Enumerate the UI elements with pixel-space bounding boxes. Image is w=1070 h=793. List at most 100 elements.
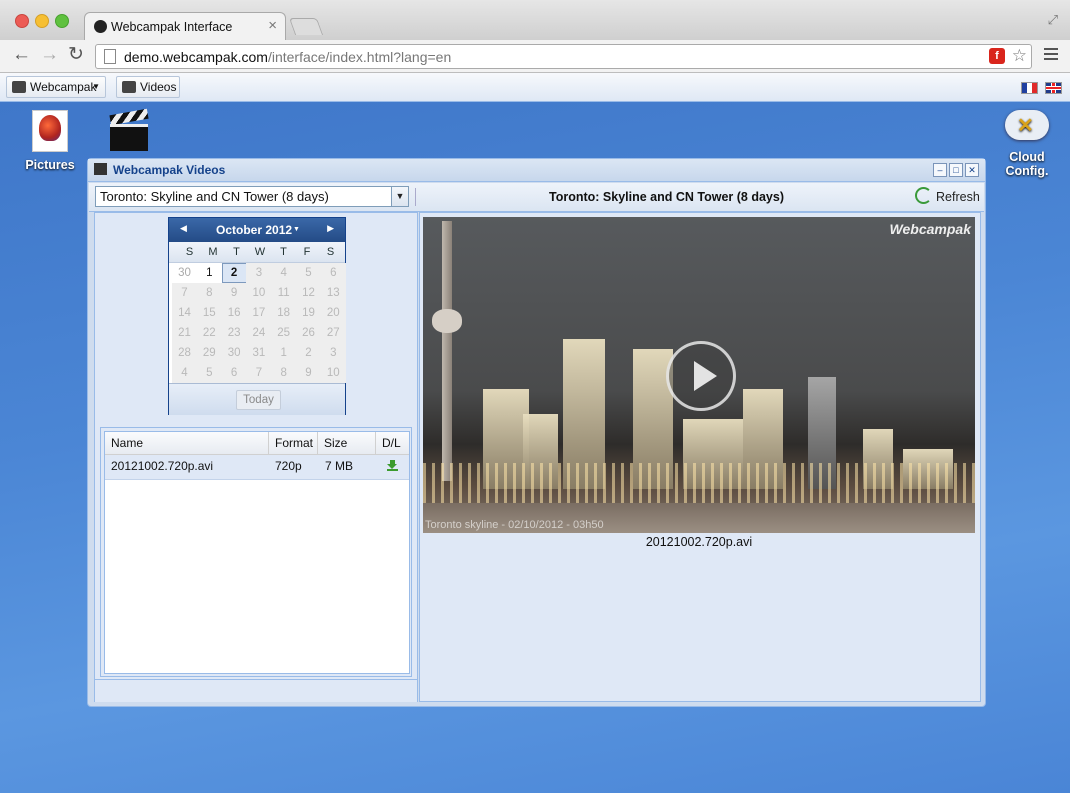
column-header-name[interactable]: Name [105,432,269,454]
calendar-day-header: S [185,246,194,258]
calendar-day: 2 [296,343,321,363]
calendar-day: 14 [172,303,197,323]
play-icon[interactable] [666,341,736,411]
calendar-day: 29 [196,343,222,363]
browser-menu-icon[interactable] [1044,48,1058,63]
calendar-day: 30 [221,343,247,363]
cn-tower-pod-shape [432,309,462,333]
tab-title: Webcampak Interface [111,20,233,34]
calendar-header: ◀ October 2012 ▼ ▶ [169,218,345,242]
calendar-day: 17 [246,303,272,323]
favicon-icon [94,20,107,33]
video-player[interactable]: Webcampak Toronto skyline - 02/10/2012 -… [423,217,975,533]
video-panel: Webcampak Toronto skyline - 02/10/2012 -… [419,212,981,702]
refresh-button[interactable]: Refresh [915,187,980,207]
forward-arrow-icon[interactable]: → [40,45,59,65]
videos-taskbar-button[interactable]: Videos [116,76,180,98]
videos-desktop-icon[interactable] [104,108,154,151]
date-picker: ◀ October 2012 ▼ ▶ SMTWTFS 30 1 2 3 4 5 6 7 8 9 10… [168,217,346,415]
calendar-day-header: S [326,246,335,258]
calendar-day-header: M [208,246,218,258]
window-title: Webcampak Videos [113,163,226,177]
download-icon[interactable] [387,460,398,471]
calendar-day: 9 [221,283,247,303]
refresh-icon [915,187,932,204]
calendar-day: 15 [196,303,222,323]
calendar-day: 3 [246,263,272,283]
camera-icon [12,81,26,93]
calendar-day: 24 [246,323,272,343]
cloud-config-desktop-icon[interactable]: Cloud Config. [988,110,1066,178]
minimize-icon[interactable]: – [933,163,947,177]
new-tab-button[interactable] [288,18,324,35]
calendar-day-selected[interactable]: 2 [221,263,247,283]
flash-plugin-icon[interactable]: f [989,48,1005,64]
window-close-button[interactable] [15,14,29,28]
back-arrow-icon[interactable]: ← [12,45,31,65]
source-select[interactable]: Toronto: Skyline and CN Tower (8 days) ▼ [95,186,409,207]
calendar-day: 6 [221,363,247,383]
cloud-tools-icon [1005,110,1049,140]
column-header-size[interactable]: Size [318,432,376,454]
pictures-desktop-icon[interactable]: Pictures [22,110,78,172]
toolbar-separator [415,188,416,206]
refresh-label: Refresh [936,190,980,204]
browser-titlebar: Webcampak Interface × ⤢ [0,0,1070,41]
maximize-icon[interactable]: □ [949,163,963,177]
webcampak-menu-button[interactable]: Webcampak ▼ [6,76,106,98]
reload-icon[interactable]: ↻ [68,45,84,65]
fullscreen-icon[interactable]: ⤢ [1048,12,1058,28]
chevron-down-icon[interactable]: ▼ [391,187,408,206]
url-text: demo.webcampak.com/interface/index.html?… [124,49,451,65]
page-icon [104,49,116,64]
prev-month-icon[interactable]: ◀ [180,223,187,234]
videos-window: Webcampak Videos – □ ✕ Toronto: Skyline … [87,158,986,707]
calendar-day: 10 [320,363,346,383]
row-format: 720p [275,459,302,473]
cloud-config-label: Cloud Config. [1005,150,1049,178]
calendar-day-header: T [233,246,240,258]
address-bar[interactable]: demo.webcampak.com/interface/index.html?… [95,44,1032,69]
calendar-day: 25 [271,323,297,343]
calendar-day: 20 [320,303,346,323]
calendar-day: 1 [271,343,297,363]
window-header[interactable]: Webcampak Videos – □ ✕ [88,159,985,182]
calendar-day-header: W [254,246,266,258]
column-header-download[interactable]: D/L [376,432,409,454]
calendar-day[interactable]: 1 [197,263,222,283]
calendar-day: 10 [246,283,272,303]
table-row[interactable]: 20121002.720p.avi 720p 7 MB [105,455,409,480]
clapperboard-icon [122,81,136,93]
calendar-day-header: F [303,246,311,258]
calendar-day: 9 [296,363,321,383]
window-minimize-button[interactable] [35,14,49,28]
webcampak-watermark: Webcampak [889,221,971,237]
left-panel-footer [95,679,417,702]
calendar-day: 8 [271,363,297,383]
tab-close-icon[interactable]: × [268,17,277,34]
webcampak-menu-label: Webcampak [30,80,97,94]
dropdown-arrow-icon: ▼ [92,82,100,91]
close-icon[interactable]: ✕ [965,163,979,177]
app-topbar: Webcampak ▼ Videos [0,73,1070,102]
browser-tab[interactable]: Webcampak Interface × [84,12,286,41]
calendar-day: 13 [320,283,346,303]
calendar-day: 4 [172,363,197,383]
video-heading: Toronto: Skyline and CN Tower (8 days) [549,190,784,204]
today-button[interactable]: Today [236,390,281,410]
next-month-icon[interactable]: ▶ [327,223,334,234]
window-zoom-button[interactable] [55,14,69,28]
english-flag-icon[interactable] [1045,82,1062,94]
video-files-grid: Name Format Size D/L 20121002.720p.avi 7… [100,427,412,677]
french-flag-icon[interactable] [1021,82,1038,94]
column-header-format[interactable]: Format [269,432,318,454]
calendar-day: 23 [221,323,247,343]
calendar-day-headers: SMTWTFS [169,242,345,263]
calendar-day: 31 [246,343,272,363]
calendar-day: 18 [271,303,297,323]
month-dropdown-icon[interactable]: ▼ [293,226,300,233]
bookmark-star-icon[interactable]: ☆ [1012,46,1027,66]
calendar-day: 3 [320,343,346,363]
month-label[interactable]: October 2012 [216,223,292,237]
calendar-day: 22 [196,323,222,343]
